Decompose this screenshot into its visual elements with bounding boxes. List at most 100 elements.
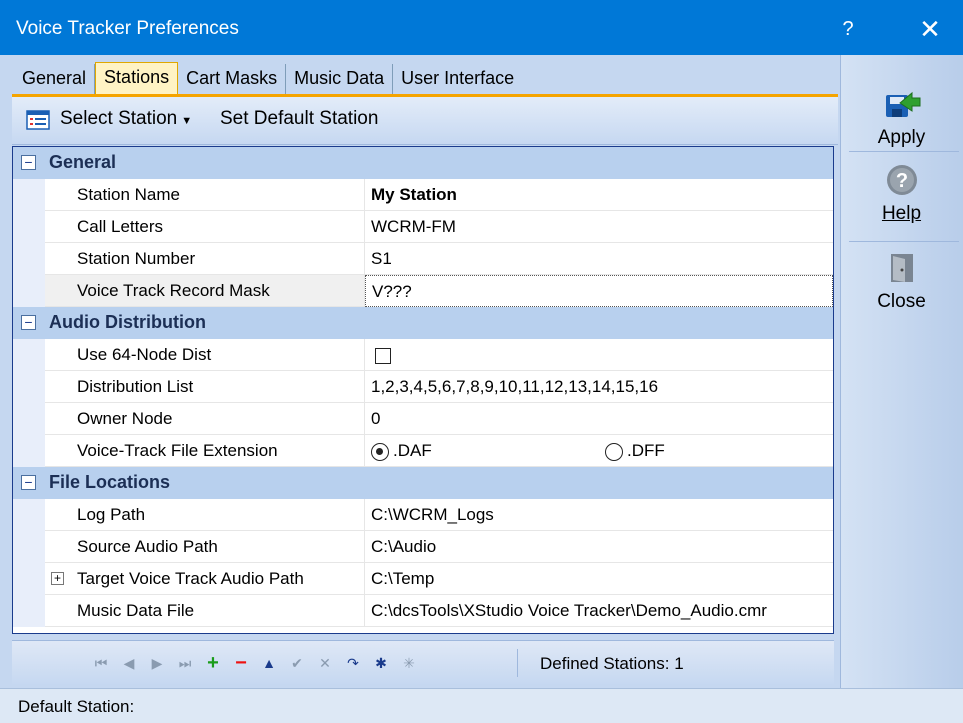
- collapse-icon[interactable]: −: [21, 475, 36, 490]
- last-record-icon[interactable]: ⏭: [174, 652, 196, 674]
- status-bar: Default Station:: [0, 688, 963, 723]
- radio-option-daf[interactable]: .DAF: [371, 441, 432, 461]
- row-gutter: [13, 371, 45, 403]
- help-icon: ?: [886, 165, 917, 195]
- tab-strip: General Stations Cart Masks Music Data U…: [14, 62, 522, 94]
- navigator-separator: [517, 649, 518, 677]
- use-64-node-checkbox[interactable]: [375, 347, 391, 364]
- radio-label: .DAF: [393, 441, 432, 460]
- door-icon: [890, 254, 913, 282]
- source-audio-path-value[interactable]: C:\Audio: [365, 531, 833, 563]
- row-gutter: [13, 243, 45, 275]
- category-label: Audio Distribution: [49, 312, 206, 332]
- tab-stations[interactable]: Stations: [95, 62, 179, 94]
- property-row-owner-node[interactable]: Owner Node 0: [13, 403, 833, 435]
- select-station-icon: [26, 110, 50, 130]
- action-panel: Apply ? Help Close: [840, 55, 963, 688]
- refresh-record-icon[interactable]: ↷: [342, 652, 364, 674]
- row-gutter: [13, 499, 45, 531]
- apply-icon: [885, 91, 920, 117]
- property-row-source-audio-path[interactable]: Source Audio Path C:\Audio: [13, 531, 833, 563]
- station-number-value[interactable]: S1: [365, 243, 833, 275]
- log-path-value[interactable]: C:\WCRM_Logs: [365, 499, 833, 531]
- property-name: Station Name: [45, 179, 365, 211]
- radio-unselected-icon: [605, 442, 623, 461]
- help-button[interactable]: ? Help: [849, 163, 954, 225]
- row-gutter: [13, 595, 45, 627]
- property-row-station-number[interactable]: Station Number S1: [13, 243, 833, 275]
- expand-icon[interactable]: +: [51, 572, 64, 585]
- set-default-station-button[interactable]: Set Default Station: [220, 108, 378, 130]
- property-row-voice-track-file-extension[interactable]: Voice-Track File Extension .DAF .DFF: [13, 435, 833, 467]
- panel-separator: [849, 241, 959, 242]
- add-record-icon[interactable]: +: [202, 652, 224, 674]
- station-name-value[interactable]: My Station: [365, 179, 833, 211]
- tab-user-interface[interactable]: User Interface: [393, 64, 522, 94]
- property-name: Log Path: [45, 499, 365, 531]
- help-label: Help: [881, 203, 922, 224]
- close-button[interactable]: Close: [849, 251, 954, 313]
- category-file-locations[interactable]: − File Locations: [13, 467, 833, 499]
- property-name: Use 64-Node Dist: [45, 339, 365, 371]
- row-gutter: [13, 339, 45, 371]
- category-label: File Locations: [49, 472, 171, 492]
- row-gutter: [13, 563, 45, 595]
- owner-node-value[interactable]: 0: [365, 403, 833, 435]
- property-name: Voice Track Record Mask: [45, 275, 365, 307]
- music-data-file-value[interactable]: C:\dcsTools\XStudio Voice Tracker\Demo_A…: [365, 595, 833, 627]
- property-row-log-path[interactable]: Log Path C:\WCRM_Logs: [13, 499, 833, 531]
- collapse-icon[interactable]: −: [21, 315, 36, 330]
- select-station-dropdown[interactable]: Select Station ▼: [60, 108, 192, 130]
- distribution-list-value[interactable]: 1,2,3,4,5,6,7,8,9,10,11,12,13,14,15,16: [365, 371, 833, 403]
- record-navigator: ⏮ ◀ ▶ ⏭ + − ▲ ✔ ✕ ↷ ✱ ✳ Defined Stations…: [12, 640, 834, 684]
- property-name-text: Target Voice Track Audio Path: [77, 569, 304, 588]
- apply-button[interactable]: Apply: [849, 85, 954, 149]
- radio-selected-icon: [371, 442, 389, 461]
- tab-general[interactable]: General: [14, 64, 96, 94]
- property-name: Source Audio Path: [45, 531, 365, 563]
- panel-separator: [849, 151, 959, 152]
- property-name: Voice-Track File Extension: [45, 435, 365, 467]
- radio-option-dff[interactable]: .DFF: [605, 435, 665, 466]
- property-grid: − General Station Name My Station Call L…: [12, 146, 834, 634]
- property-row-music-data-file[interactable]: Music Data File C:\dcsTools\XStudio Voic…: [13, 595, 833, 627]
- call-letters-value[interactable]: WCRM-FM: [365, 211, 833, 243]
- delete-record-icon[interactable]: −: [230, 652, 252, 674]
- property-row-call-letters[interactable]: Call Letters WCRM-FM: [13, 211, 833, 243]
- edit-record-icon[interactable]: ▲: [258, 652, 280, 674]
- property-row-station-name[interactable]: Station Name My Station: [13, 179, 833, 211]
- row-gutter: [13, 531, 45, 563]
- property-row-use-64-node-dist[interactable]: Use 64-Node Dist: [13, 339, 833, 371]
- post-record-icon[interactable]: ✔: [286, 652, 308, 674]
- first-record-icon[interactable]: ⏮: [90, 652, 112, 674]
- file-extension-value: .DAF .DFF: [365, 435, 833, 467]
- property-name: Station Number: [45, 243, 365, 275]
- category-label: General: [49, 152, 117, 172]
- property-name: + Target Voice Track Audio Path: [45, 563, 365, 595]
- tab-cart-masks[interactable]: Cart Masks: [178, 64, 287, 94]
- record-mask-value[interactable]: V???: [365, 275, 833, 307]
- chevron-down-icon: ▼: [181, 115, 193, 127]
- goto-bookmark-icon[interactable]: ✳: [398, 652, 420, 674]
- category-audio-distribution[interactable]: − Audio Distribution: [13, 307, 833, 339]
- svg-text:?: ?: [895, 170, 907, 192]
- property-name: Call Letters: [45, 211, 365, 243]
- row-gutter: [13, 435, 45, 467]
- next-record-icon[interactable]: ▶: [146, 652, 168, 674]
- help-title-button[interactable]: ?: [828, 12, 868, 46]
- target-audio-path-value[interactable]: C:\Temp: [365, 563, 833, 595]
- row-gutter: [13, 403, 45, 435]
- collapse-icon[interactable]: −: [21, 155, 36, 170]
- property-row-voice-track-record-mask[interactable]: Voice Track Record Mask V???: [13, 275, 833, 307]
- cancel-record-icon[interactable]: ✕: [314, 652, 336, 674]
- set-bookmark-icon[interactable]: ✱: [370, 652, 392, 674]
- tab-music-data[interactable]: Music Data: [286, 64, 394, 94]
- prior-record-icon[interactable]: ◀: [118, 652, 140, 674]
- category-general[interactable]: − General: [13, 147, 833, 179]
- property-name: Owner Node: [45, 403, 365, 435]
- close-window-button[interactable]: ✕: [906, 10, 954, 48]
- row-gutter: [13, 179, 45, 211]
- property-row-distribution-list[interactable]: Distribution List 1,2,3,4,5,6,7,8,9,10,1…: [13, 371, 833, 403]
- row-gutter: [13, 275, 45, 307]
- property-row-target-voice-track-audio-path[interactable]: + Target Voice Track Audio Path C:\Temp: [13, 563, 833, 595]
